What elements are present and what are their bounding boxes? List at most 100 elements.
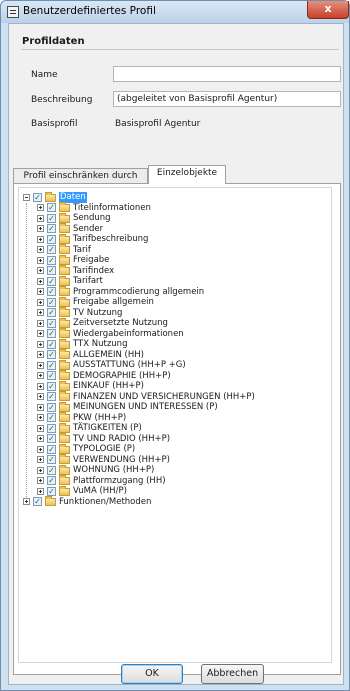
expand-plus-icon[interactable] (37, 351, 44, 358)
checkbox[interactable]: ✓ (33, 192, 42, 202)
checkbox[interactable]: ✓ (47, 476, 56, 485)
folder-icon (59, 370, 70, 380)
expand-plus-icon[interactable] (37, 456, 44, 463)
checkbox[interactable]: ✓ (47, 213, 56, 223)
checkbox[interactable]: ✓ (47, 329, 56, 338)
folder-icon (59, 433, 70, 443)
tree-node-label: WOHNUNG (HH+P) (73, 465, 155, 475)
expand-plus-icon[interactable] (37, 414, 44, 421)
checkbox[interactable]: ✓ (47, 287, 56, 296)
checkbox[interactable]: ✓ (47, 318, 56, 328)
folder-icon (59, 202, 70, 212)
name-input[interactable] (113, 66, 341, 82)
expand-plus-icon[interactable] (37, 214, 44, 222)
beschreibung-input[interactable]: (abgeleitet von Basisprofil Agentur) (113, 91, 341, 107)
checkbox[interactable]: ✓ (47, 339, 56, 349)
tree-node-label: Tarifbeschreibung (73, 234, 149, 244)
tree-node-label: VuMA (HH/P) (73, 486, 127, 496)
tree-node-label: EINKAUF (HH+P) (73, 381, 144, 391)
folder-icon (59, 475, 70, 485)
tree-node-label: Plattformzugang (HH) (73, 475, 166, 486)
tree-node-label: VERWENDUNG (HH+P) (73, 454, 170, 465)
title-bar[interactable]: Benutzerdefiniertes Profil x (1, 1, 349, 23)
tree-node-label: Tarifart (73, 276, 103, 286)
checkbox[interactable]: ✓ (47, 371, 56, 380)
checkbox[interactable]: ✓ (47, 224, 56, 233)
tree-node-label: Tarifindex (73, 265, 115, 276)
collapse-minus-icon[interactable] (23, 193, 30, 201)
expand-plus-icon[interactable] (37, 340, 44, 348)
expand-plus-icon[interactable] (37, 235, 44, 243)
folder-icon (59, 265, 70, 275)
folder-icon (59, 485, 70, 496)
expand-plus-icon[interactable] (37, 445, 44, 453)
tree-node-label: Sender (73, 223, 104, 234)
cancel-button[interactable]: Abbrechen (201, 664, 264, 684)
expand-plus-icon[interactable] (37, 246, 44, 253)
expand-plus-icon[interactable] (37, 319, 44, 327)
tree-node-label: Freigabe (73, 255, 110, 265)
expand-plus-icon[interactable] (37, 267, 44, 274)
checkbox[interactable]: ✓ (47, 465, 56, 475)
expand-plus-icon[interactable] (37, 361, 44, 369)
checkbox[interactable]: ✓ (47, 360, 56, 370)
checkbox[interactable]: ✓ (47, 203, 56, 212)
beschreibung-label: Beschreibung (31, 95, 93, 105)
checkbox[interactable]: ✓ (47, 455, 56, 464)
expand-plus-icon[interactable] (37, 330, 44, 337)
expand-plus-icon[interactable] (37, 204, 44, 211)
expand-plus-icon[interactable] (37, 382, 44, 390)
ok-button[interactable]: OK (121, 664, 183, 684)
expand-plus-icon[interactable] (37, 277, 44, 285)
checkbox[interactable]: ✓ (47, 486, 56, 496)
checkbox[interactable]: ✓ (47, 255, 56, 265)
checkbox[interactable]: ✓ (47, 423, 56, 433)
tree-node-label: Zeitversetzte Nutzung (73, 318, 168, 328)
window-title: Benutzerdefiniertes Profil (23, 5, 156, 17)
folder-icon (59, 338, 70, 349)
expand-plus-icon[interactable] (37, 403, 44, 411)
basisprofil-label: Basisprofil (31, 119, 78, 129)
tree-node-label: AUSSTATTUNG (HH+P +G) (73, 360, 186, 370)
expand-plus-icon[interactable] (37, 225, 44, 232)
checkbox[interactable]: ✓ (47, 297, 56, 307)
checkbox[interactable]: ✓ (47, 350, 56, 359)
folder-icon (59, 275, 70, 286)
checkbox[interactable]: ✓ (47, 276, 56, 286)
checkbox[interactable]: ✓ (47, 245, 56, 254)
expand-plus-icon[interactable] (37, 487, 44, 495)
checkbox[interactable]: ✓ (47, 381, 56, 391)
close-button[interactable]: x (307, 1, 349, 19)
expand-plus-icon[interactable] (37, 372, 44, 379)
checkbox[interactable]: ✓ (47, 413, 56, 422)
tab-einzelobjekte[interactable]: Einzelobjekte (148, 165, 226, 184)
tab-profil-einschraenken[interactable]: Profil einschränken durch (13, 168, 148, 184)
expand-plus-icon[interactable] (37, 477, 44, 484)
expand-plus-icon[interactable] (37, 288, 44, 295)
object-tree[interactable]: ✓ Daten ✓ Titelinformationen ✓ Sendung ✓ Sender… (18, 187, 332, 663)
checkbox[interactable]: ✓ (47, 234, 56, 244)
tree-node-label: TV UND RADIO (HH+P) (73, 433, 171, 444)
expand-plus-icon[interactable] (37, 424, 44, 432)
folder-icon (59, 380, 70, 391)
checkbox[interactable]: ✓ (47, 266, 56, 275)
folder-icon (59, 349, 70, 359)
checkbox[interactable]: ✓ (33, 497, 42, 506)
checkbox[interactable]: ✓ (47, 402, 56, 412)
expand-plus-icon[interactable] (37, 256, 44, 264)
tree-node-label: Sendung (73, 213, 111, 223)
expand-plus-icon[interactable] (37, 435, 44, 442)
expand-plus-icon[interactable] (37, 466, 44, 474)
folder-icon (59, 296, 70, 307)
expand-plus-icon[interactable] (37, 393, 44, 400)
checkbox[interactable]: ✓ (47, 308, 56, 317)
folder-icon (59, 212, 70, 223)
checkbox[interactable]: ✓ (47, 434, 56, 443)
checkbox[interactable]: ✓ (47, 444, 56, 454)
checkbox[interactable]: ✓ (47, 392, 56, 401)
expand-plus-icon[interactable] (37, 298, 44, 306)
expand-plus-icon[interactable] (37, 309, 44, 316)
folder-icon (59, 244, 70, 254)
folder-icon (59, 464, 70, 475)
expand-plus-icon[interactable] (23, 498, 30, 505)
